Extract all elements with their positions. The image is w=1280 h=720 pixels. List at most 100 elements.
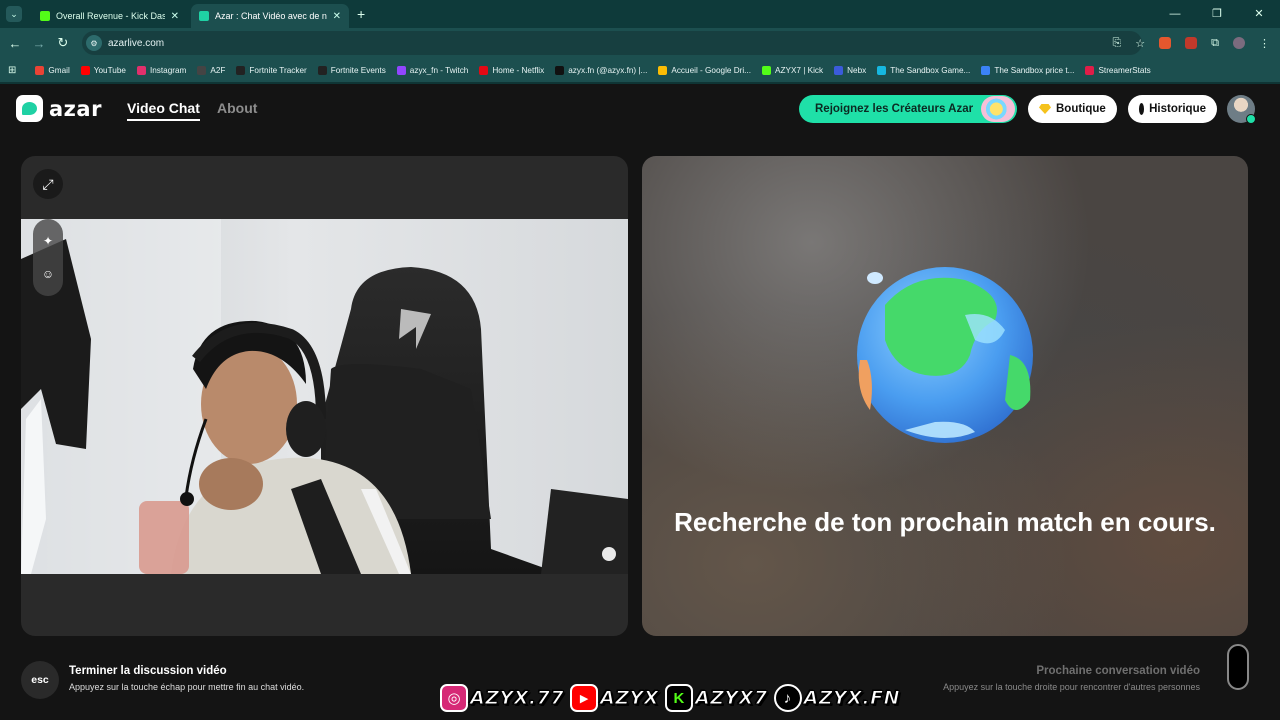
- bookmark-favicon-icon: [658, 65, 668, 75]
- menu-icon[interactable]: ⋮: [1259, 37, 1270, 50]
- join-creators-label: Rejoignez les Créateurs Azar: [815, 103, 974, 115]
- extension-icon[interactable]: [1185, 37, 1198, 49]
- tab-azar[interactable]: Azar : Chat Vidéo avec de nouv ✕: [191, 4, 349, 28]
- kick-icon: K: [664, 684, 693, 712]
- nav-about[interactable]: About: [217, 100, 257, 116]
- bookmark-label: azyx.fn (@azyx.fn) |...: [568, 65, 648, 75]
- minimize-button[interactable]: —: [1154, 0, 1196, 28]
- new-tab-button[interactable]: +: [357, 6, 365, 22]
- bookmark-label: Accueil - Google Dri...: [671, 65, 752, 75]
- bookmark-item[interactable]: Home - Netflix: [479, 65, 545, 75]
- social-handles-overlay: ◎ AZYX.77 ▶ AZYX K AZYX7 ♪ AZYX.FN: [440, 681, 900, 715]
- install-app-icon[interactable]: ⎘: [1112, 37, 1121, 50]
- history-button[interactable]: Historique: [1128, 95, 1217, 123]
- bookmark-item[interactable]: YouTube: [80, 65, 126, 75]
- url-input[interactable]: ⚙ azarlive.com: [82, 31, 1142, 55]
- kick-handle: K AZYX7: [664, 684, 768, 712]
- bookmark-favicon-icon: [1085, 65, 1095, 75]
- bookmark-item[interactable]: AZYX7 | Kick: [762, 65, 824, 75]
- searching-status-text: Recherche de ton prochain match en cours…: [674, 507, 1216, 537]
- clock-icon: [1139, 103, 1147, 115]
- join-creators-button[interactable]: Rejoignez les Créateurs Azar: [799, 95, 1017, 123]
- esc-key-button[interactable]: esc: [21, 661, 59, 699]
- bookmark-label: YouTube: [93, 65, 126, 75]
- close-icon[interactable]: ✕: [171, 11, 179, 22]
- tiktok-handle: ♪ AZYX.FN: [773, 684, 900, 712]
- expand-icon[interactable]: ⤢: [33, 169, 63, 199]
- app-header: azar Video Chat About Rejoignez les Créa…: [0, 84, 1280, 134]
- effects-toolbar: ✦ ☺: [33, 219, 63, 296]
- tab-title: Azar : Chat Vidéo avec de nouv: [215, 11, 327, 21]
- match-video-panel: Recherche de ton prochain match en cours…: [642, 156, 1248, 636]
- bookmark-item[interactable]: Fortnite Events: [317, 65, 386, 75]
- creators-illustration-icon: [981, 96, 1015, 122]
- extensions-puzzle-icon[interactable]: ⧉: [1211, 37, 1219, 50]
- avatar[interactable]: [1227, 95, 1256, 124]
- bookmark-label: azyx_fn - Twitch: [409, 65, 469, 75]
- camera-feed-image: [21, 219, 628, 574]
- bookmark-label: AZYX7 | Kick: [775, 65, 824, 75]
- bookmark-favicon-icon: [197, 65, 207, 75]
- apps-grid-icon[interactable]: ⊞: [8, 65, 16, 76]
- bookmark-item[interactable]: Accueil - Google Dri...: [658, 65, 752, 75]
- forward-icon[interactable]: →: [28, 36, 50, 51]
- bookmark-label: Fortnite Tracker: [249, 65, 307, 75]
- bookmark-favicon-icon: [834, 65, 844, 75]
- close-window-button[interactable]: ✕: [1238, 0, 1280, 28]
- bookmark-label: Fortnite Events: [330, 65, 386, 75]
- my-video-panel: ⤢ ✦ ☺: [21, 156, 628, 636]
- bookmark-item[interactable]: A2F: [197, 65, 225, 75]
- bookmark-favicon-icon: [35, 65, 45, 75]
- bookmark-label: The Sandbox price t...: [994, 65, 1075, 75]
- tab-title: Overall Revenue - Kick Dashboard: [56, 11, 165, 21]
- back-icon[interactable]: ←: [4, 36, 26, 51]
- bookmark-item[interactable]: The Sandbox Game...: [877, 65, 971, 75]
- bookmark-label: StreamerStats: [1098, 65, 1151, 75]
- next-chat-title: Prochaine conversation vidéo: [1036, 665, 1200, 677]
- bookmark-favicon-icon: [80, 65, 90, 75]
- bookmark-favicon-icon: [317, 65, 327, 75]
- instagram-handle: ◎ AZYX.77: [440, 684, 564, 712]
- browser-tab-bar: ⌄ Overall Revenue - Kick Dashboard ✕ Aza…: [0, 0, 1280, 28]
- extension-icon[interactable]: [1159, 37, 1172, 49]
- site-info-icon[interactable]: ⚙: [86, 35, 102, 51]
- profile-icon[interactable]: [1233, 37, 1245, 49]
- toolbar-icons: ⎘ ☆ ⧉ ⋮: [1112, 28, 1270, 58]
- bookmark-item[interactable]: The Sandbox price t...: [981, 65, 1075, 75]
- bookmark-favicon-icon: [236, 65, 246, 75]
- bookmark-star-icon[interactable]: ☆: [1135, 37, 1145, 50]
- tiktok-icon: ♪: [773, 684, 802, 712]
- tab-search-button[interactable]: ⌄: [6, 6, 22, 22]
- shop-button[interactable]: Boutique: [1028, 95, 1117, 123]
- bookmark-favicon-icon: [877, 65, 887, 75]
- face-filter-icon[interactable]: ☺: [42, 267, 54, 281]
- tab-kick-dashboard[interactable]: Overall Revenue - Kick Dashboard ✕: [32, 4, 187, 28]
- bookmark-favicon-icon: [136, 65, 146, 75]
- bookmark-item[interactable]: Gmail: [35, 65, 70, 75]
- bookmark-item[interactable]: Nebx: [834, 65, 867, 75]
- magic-wand-icon[interactable]: ✦: [43, 234, 53, 248]
- bookmark-item[interactable]: Instagram: [136, 65, 186, 75]
- azar-logo-icon: [16, 95, 43, 122]
- nav-video-chat[interactable]: Video Chat: [127, 100, 200, 121]
- bookmark-favicon-icon: [555, 65, 565, 75]
- bookmark-item[interactable]: azyx.fn (@azyx.fn) |...: [555, 65, 648, 75]
- instagram-icon: ◎: [440, 684, 468, 712]
- reload-icon[interactable]: ↻: [52, 35, 74, 51]
- close-icon[interactable]: ✕: [333, 11, 341, 22]
- bookmark-item[interactable]: Fortnite Tracker: [236, 65, 307, 75]
- bookmark-favicon-icon: [762, 65, 772, 75]
- azar-logo[interactable]: azar: [16, 95, 102, 122]
- restore-button[interactable]: ❐: [1196, 0, 1238, 28]
- bookmark-label: The Sandbox Game...: [890, 65, 971, 75]
- bookmark-label: Home - Netflix: [492, 65, 545, 75]
- url-text: azarlive.com: [108, 37, 165, 49]
- bookmark-item[interactable]: azyx_fn - Twitch: [396, 65, 469, 75]
- bookmark-item[interactable]: StreamerStats: [1085, 65, 1151, 75]
- bookmark-label: Gmail: [48, 65, 70, 75]
- youtube-icon: ▶: [570, 684, 599, 712]
- streamer-logo-watermark: [1227, 644, 1249, 690]
- youtube-handle: ▶ AZYX: [570, 684, 659, 712]
- address-bar: ← → ↻ ⚙ azarlive.com ⎘ ☆ ⧉ ⋮: [0, 28, 1280, 58]
- bookmark-label: Nebx: [847, 65, 867, 75]
